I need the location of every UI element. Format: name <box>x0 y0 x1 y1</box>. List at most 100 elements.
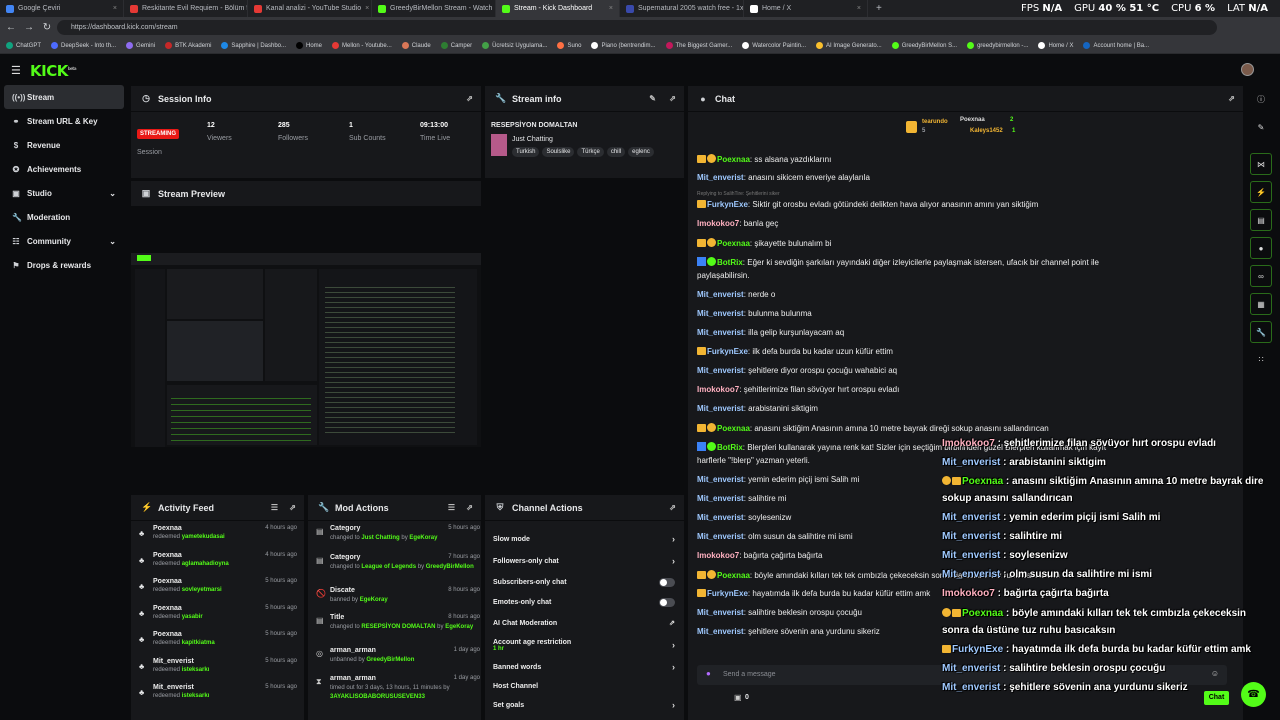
chat-username[interactable]: Poexnaa <box>717 571 750 580</box>
popout-icon[interactable]: ⇗ <box>466 503 473 512</box>
channel-action-subscribers-only-chat[interactable]: Subscribers-only chat <box>493 572 675 592</box>
channel-action-banned-words[interactable]: Banned words › <box>493 657 675 677</box>
browser-tab[interactable]: Stream - Kick Dashboard × <box>496 0 620 17</box>
chat-username[interactable]: Imokokoo7 <box>697 219 739 228</box>
sidebar-item-community[interactable]: ☷ Community ⌄ <box>4 229 124 253</box>
chat-username[interactable]: Mit_enverist <box>697 309 744 318</box>
browser-tab[interactable]: Home / X × <box>744 0 868 17</box>
menu-icon[interactable]: ☰ <box>11 64 21 77</box>
bookmark-item[interactable]: Ücretsiz Uygulama... <box>482 42 547 49</box>
browser-tab[interactable]: Reskitante Evil Requiem - Bölüm 5× <box>124 0 248 17</box>
channel-action-slow-mode[interactable]: Slow mode › <box>493 529 675 549</box>
chat-username[interactable]: Poexnaa <box>717 424 750 433</box>
sidebar-item-stream[interactable]: ((•)) Stream <box>4 85 124 109</box>
bookmark-item[interactable]: ChatGPT <box>6 42 41 49</box>
share-icon[interactable]: ∷ <box>1250 349 1272 371</box>
bookmark-item[interactable]: The Biggest Gamer... <box>665 42 732 49</box>
bookmark-item[interactable]: DeepSeek - Into th... <box>51 42 116 49</box>
chat-username[interactable]: Mit_enverist <box>697 608 744 617</box>
popout-icon[interactable]: ⇗ <box>1228 94 1235 103</box>
popout-icon[interactable]: ⇗ <box>289 503 296 512</box>
chat-username[interactable]: FurkynExe <box>707 347 748 356</box>
chevron-down-icon[interactable]: ⌄ <box>109 189 116 198</box>
clipboard-icon[interactable]: ▤ <box>1250 209 1272 231</box>
url-input[interactable]: https://dashboard.kick.com/stream <box>57 20 1217 35</box>
chat-username[interactable]: Mit_enverist <box>697 513 744 522</box>
bookmark-item[interactable]: Account home | Ba... <box>1083 42 1149 49</box>
popout-icon[interactable]: ⇗ <box>466 94 473 103</box>
bolt-icon[interactable]: ⚡ <box>1250 181 1272 203</box>
sidebar-item-revenue[interactable]: $ Revenue <box>4 133 124 157</box>
chat-username[interactable]: Mit_enverist <box>697 173 744 182</box>
channel-action-followers-only-chat[interactable]: Followers-only chat › <box>493 551 675 571</box>
info-icon[interactable]: ⓘ <box>1250 89 1272 111</box>
edit-icon[interactable]: ✎ <box>1250 117 1272 139</box>
sidebar-item-moderation[interactable]: 🔧 Moderation <box>4 205 124 229</box>
bookmark-item[interactable]: AI Image Generato... <box>816 42 882 49</box>
chat-username[interactable]: Mit_enverist <box>697 627 744 636</box>
filter-icon[interactable]: ☰ <box>448 503 455 512</box>
bookmark-item[interactable]: Mellon - Youtube... <box>332 42 392 49</box>
emote-picker-icon[interactable]: ☺ <box>1211 669 1219 678</box>
bookmark-item[interactable]: Suno <box>557 42 581 49</box>
bookmark-item[interactable]: Gemini <box>126 42 155 49</box>
channel-action-emotes-only-chat[interactable]: Emotes-only chat <box>493 592 675 612</box>
stream-preview-video[interactable] <box>131 253 481 447</box>
channel-action-ai-chat-moderation[interactable]: AI Chat Moderation ⇗ <box>493 613 675 633</box>
calendar-icon[interactable]: ▦ <box>1250 293 1272 315</box>
support-chat-button[interactable]: ☎ <box>1241 682 1266 707</box>
kick-logo[interactable]: KICKbeta <box>30 62 77 80</box>
chat-username[interactable]: Mit_enverist <box>697 532 744 541</box>
bookmark-item[interactable]: Camper <box>440 42 472 49</box>
bookmark-item[interactable]: Home / X <box>1038 42 1073 49</box>
chat-username[interactable]: Imokokoo7 <box>697 551 739 560</box>
popout-icon[interactable]: ⇗ <box>669 94 676 103</box>
chat-username[interactable]: Mit_enverist <box>697 290 744 299</box>
tag-chip[interactable]: Soulslike <box>542 147 575 157</box>
popout-icon[interactable]: ⇗ <box>669 503 676 512</box>
chat-username[interactable]: Mit_enverist <box>697 475 744 484</box>
filter-icon[interactable]: ☰ <box>271 503 278 512</box>
channel-action-host-channel[interactable]: Host Channel <box>493 676 675 696</box>
chat-username[interactable]: Mit_enverist <box>697 404 744 413</box>
tag-chip[interactable]: chill <box>606 147 626 157</box>
chat-username[interactable]: Mit_enverist <box>697 328 744 337</box>
mic-icon[interactable]: ● <box>706 669 711 678</box>
chevron-right-icon[interactable]: › <box>672 556 675 566</box>
browser-tab[interactable]: GreedyBirMellon Stream - Watch× <box>372 0 496 17</box>
crop-icon[interactable]: ⋈ <box>1250 153 1272 175</box>
chat-username[interactable]: Imokokoo7 <box>697 385 739 394</box>
close-tab-icon[interactable]: × <box>113 5 117 12</box>
tag-chip[interactable]: eglenc <box>628 147 654 157</box>
chat-username[interactable]: Mit_enverist <box>697 366 744 375</box>
bookmark-item[interactable]: BTK Akademi <box>165 42 211 49</box>
chat-username[interactable]: Mit_enverist <box>697 494 744 503</box>
chat-username[interactable]: Poexnaa <box>717 239 750 248</box>
chevron-right-icon[interactable]: › <box>672 662 675 672</box>
close-tab-icon[interactable]: × <box>609 5 613 12</box>
channel-action-set-goals[interactable]: Set goals › <box>493 695 675 715</box>
bookmark-item[interactable]: GreedyBirMellon S... <box>891 42 957 49</box>
tag-chip[interactable]: Turkish <box>512 147 540 157</box>
chevron-down-icon[interactable]: ⌄ <box>109 237 116 246</box>
chat-username[interactable]: FurkynExe <box>707 200 748 209</box>
bookmark-item[interactable]: greedybirmellon -... <box>967 42 1028 49</box>
popout-icon[interactable]: ⇗ <box>669 619 675 627</box>
tag-chip[interactable]: Türkçe <box>577 147 604 157</box>
reload-icon[interactable]: ↻ <box>40 21 54 35</box>
wrench-icon[interactable]: 🔧 <box>1250 321 1272 343</box>
close-tab-icon[interactable]: × <box>857 5 861 12</box>
bookmark-item[interactable]: Piano (bentrendim... <box>591 42 656 49</box>
back-icon[interactable]: ← <box>4 21 18 35</box>
sidebar-item-studio[interactable]: ▣ Studio ⌄ <box>4 181 124 205</box>
chat-username[interactable]: FurkynExe <box>707 589 748 598</box>
chat-username[interactable]: BotRix <box>717 258 743 267</box>
chevron-right-icon[interactable]: › <box>672 700 675 710</box>
channel-action-account-age-restriction[interactable]: Account age restriction 1 hr › <box>493 635 675 655</box>
bookmark-item[interactable]: Claude <box>401 42 431 49</box>
edit-icon[interactable]: ✎ <box>649 94 656 103</box>
sidebar-item-achievements[interactable]: ✪ Achievements <box>4 157 124 181</box>
chevron-right-icon[interactable]: › <box>672 534 675 544</box>
new-tab-button[interactable]: + <box>868 3 890 14</box>
chat-username[interactable]: Poexnaa <box>717 155 750 164</box>
